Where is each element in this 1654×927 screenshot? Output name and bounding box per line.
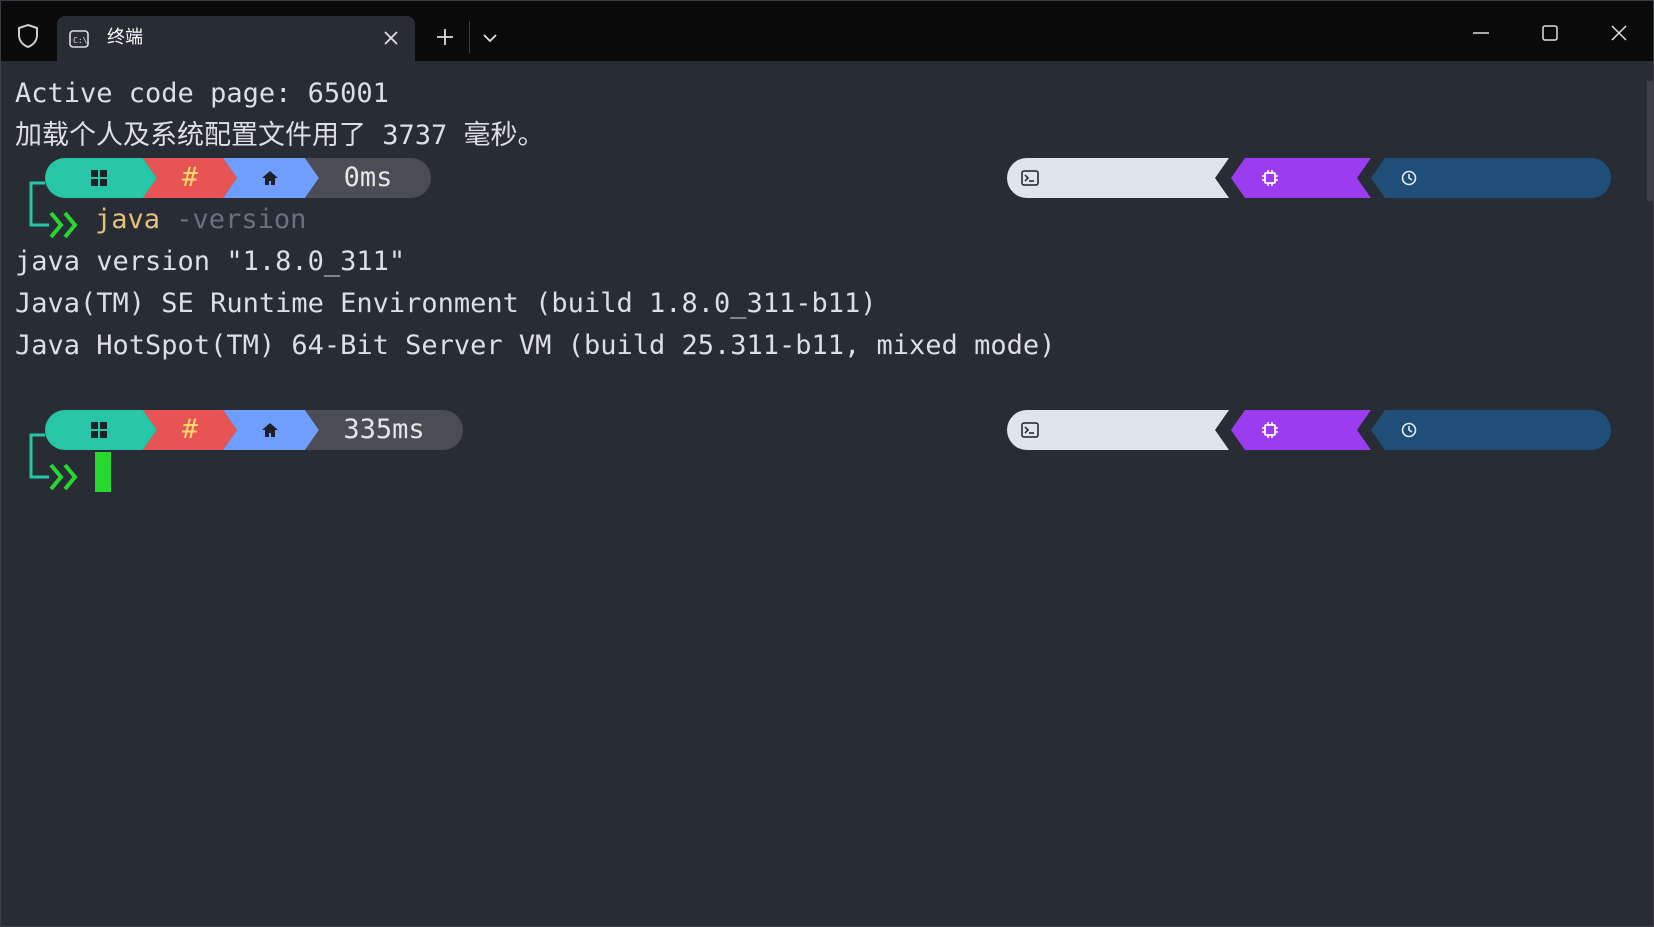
cpu-value: 87%	[1291, 494, 1340, 525]
shield-icon	[18, 23, 38, 49]
home-icon	[261, 422, 279, 438]
shell-label: powershell	[1053, 242, 1216, 273]
terminal-icon: C:\	[69, 30, 89, 48]
windows-icon	[91, 170, 107, 186]
clock-value: 23:35:11	[1435, 242, 1566, 273]
cpu-value: 87%	[1291, 242, 1340, 273]
java-version-line: java version "1.8.0_311"	[15, 246, 406, 277]
shell-segment: powershell	[1007, 410, 1229, 450]
tab-terminal[interactable]: C:\ 终端	[57, 16, 415, 61]
terminal-window: C:\ 终端 Active code page: 65001 加载个人及系统配置…	[0, 0, 1654, 927]
clock-icon	[1401, 422, 1417, 438]
terminal-box-icon	[1021, 170, 1039, 186]
title-bar[interactable]: C:\ 终端	[1, 1, 1653, 61]
plus-icon[interactable]	[433, 25, 457, 49]
clock-value: 23:35:15	[1435, 494, 1566, 525]
shell-segment: powershell	[1007, 158, 1229, 198]
windows-icon	[91, 422, 107, 438]
maximize-icon[interactable]	[1536, 19, 1564, 47]
tab-divider	[469, 21, 470, 53]
chevron-down-icon[interactable]	[481, 29, 499, 47]
codepage-line: Active code page: 65001	[15, 78, 389, 109]
command-name: java	[95, 204, 161, 235]
terminal-box-icon	[1021, 422, 1039, 438]
duration-segment: 335ms	[305, 410, 463, 450]
os-segment	[45, 158, 157, 198]
cpu-segment: 87%	[1231, 158, 1371, 198]
tab-title: 终端	[107, 27, 143, 48]
duration-segment: 0ms	[305, 158, 431, 198]
home-segment	[223, 410, 319, 450]
cpu-icon	[1261, 169, 1279, 187]
shell-label: powershell	[1053, 494, 1216, 525]
cpu-segment: 87%	[1231, 410, 1371, 450]
command-line: java -version	[95, 199, 306, 241]
cpu-icon	[1261, 421, 1279, 439]
svg-text:C:\: C:\	[73, 36, 88, 45]
hotspot-line: Java HotSpot(TM) 64-Bit Server VM (build…	[15, 330, 1056, 361]
scrollbar[interactable]	[1647, 61, 1653, 926]
minimize-icon[interactable]	[1467, 19, 1495, 47]
window-close-icon[interactable]	[1605, 19, 1633, 47]
home-icon	[261, 170, 279, 186]
clock-segment: 23:35:15	[1371, 410, 1611, 450]
command-arg: -version	[176, 204, 307, 235]
hash-segment: #	[143, 158, 237, 198]
profile-load-line: 加载个人及系统配置文件用了 3737 毫秒。	[15, 120, 545, 151]
clock-icon	[1401, 170, 1417, 186]
close-icon[interactable]	[381, 28, 401, 48]
text-cursor	[95, 452, 111, 492]
terminal-output[interactable]: Active code page: 65001 加载个人及系统配置文件用了 37…	[15, 73, 1653, 926]
runtime-line: Java(TM) SE Runtime Environment (build 1…	[15, 288, 877, 319]
os-segment	[45, 410, 157, 450]
hash-segment: #	[143, 410, 237, 450]
home-segment	[223, 158, 319, 198]
clock-segment: 23:35:11	[1371, 158, 1611, 198]
